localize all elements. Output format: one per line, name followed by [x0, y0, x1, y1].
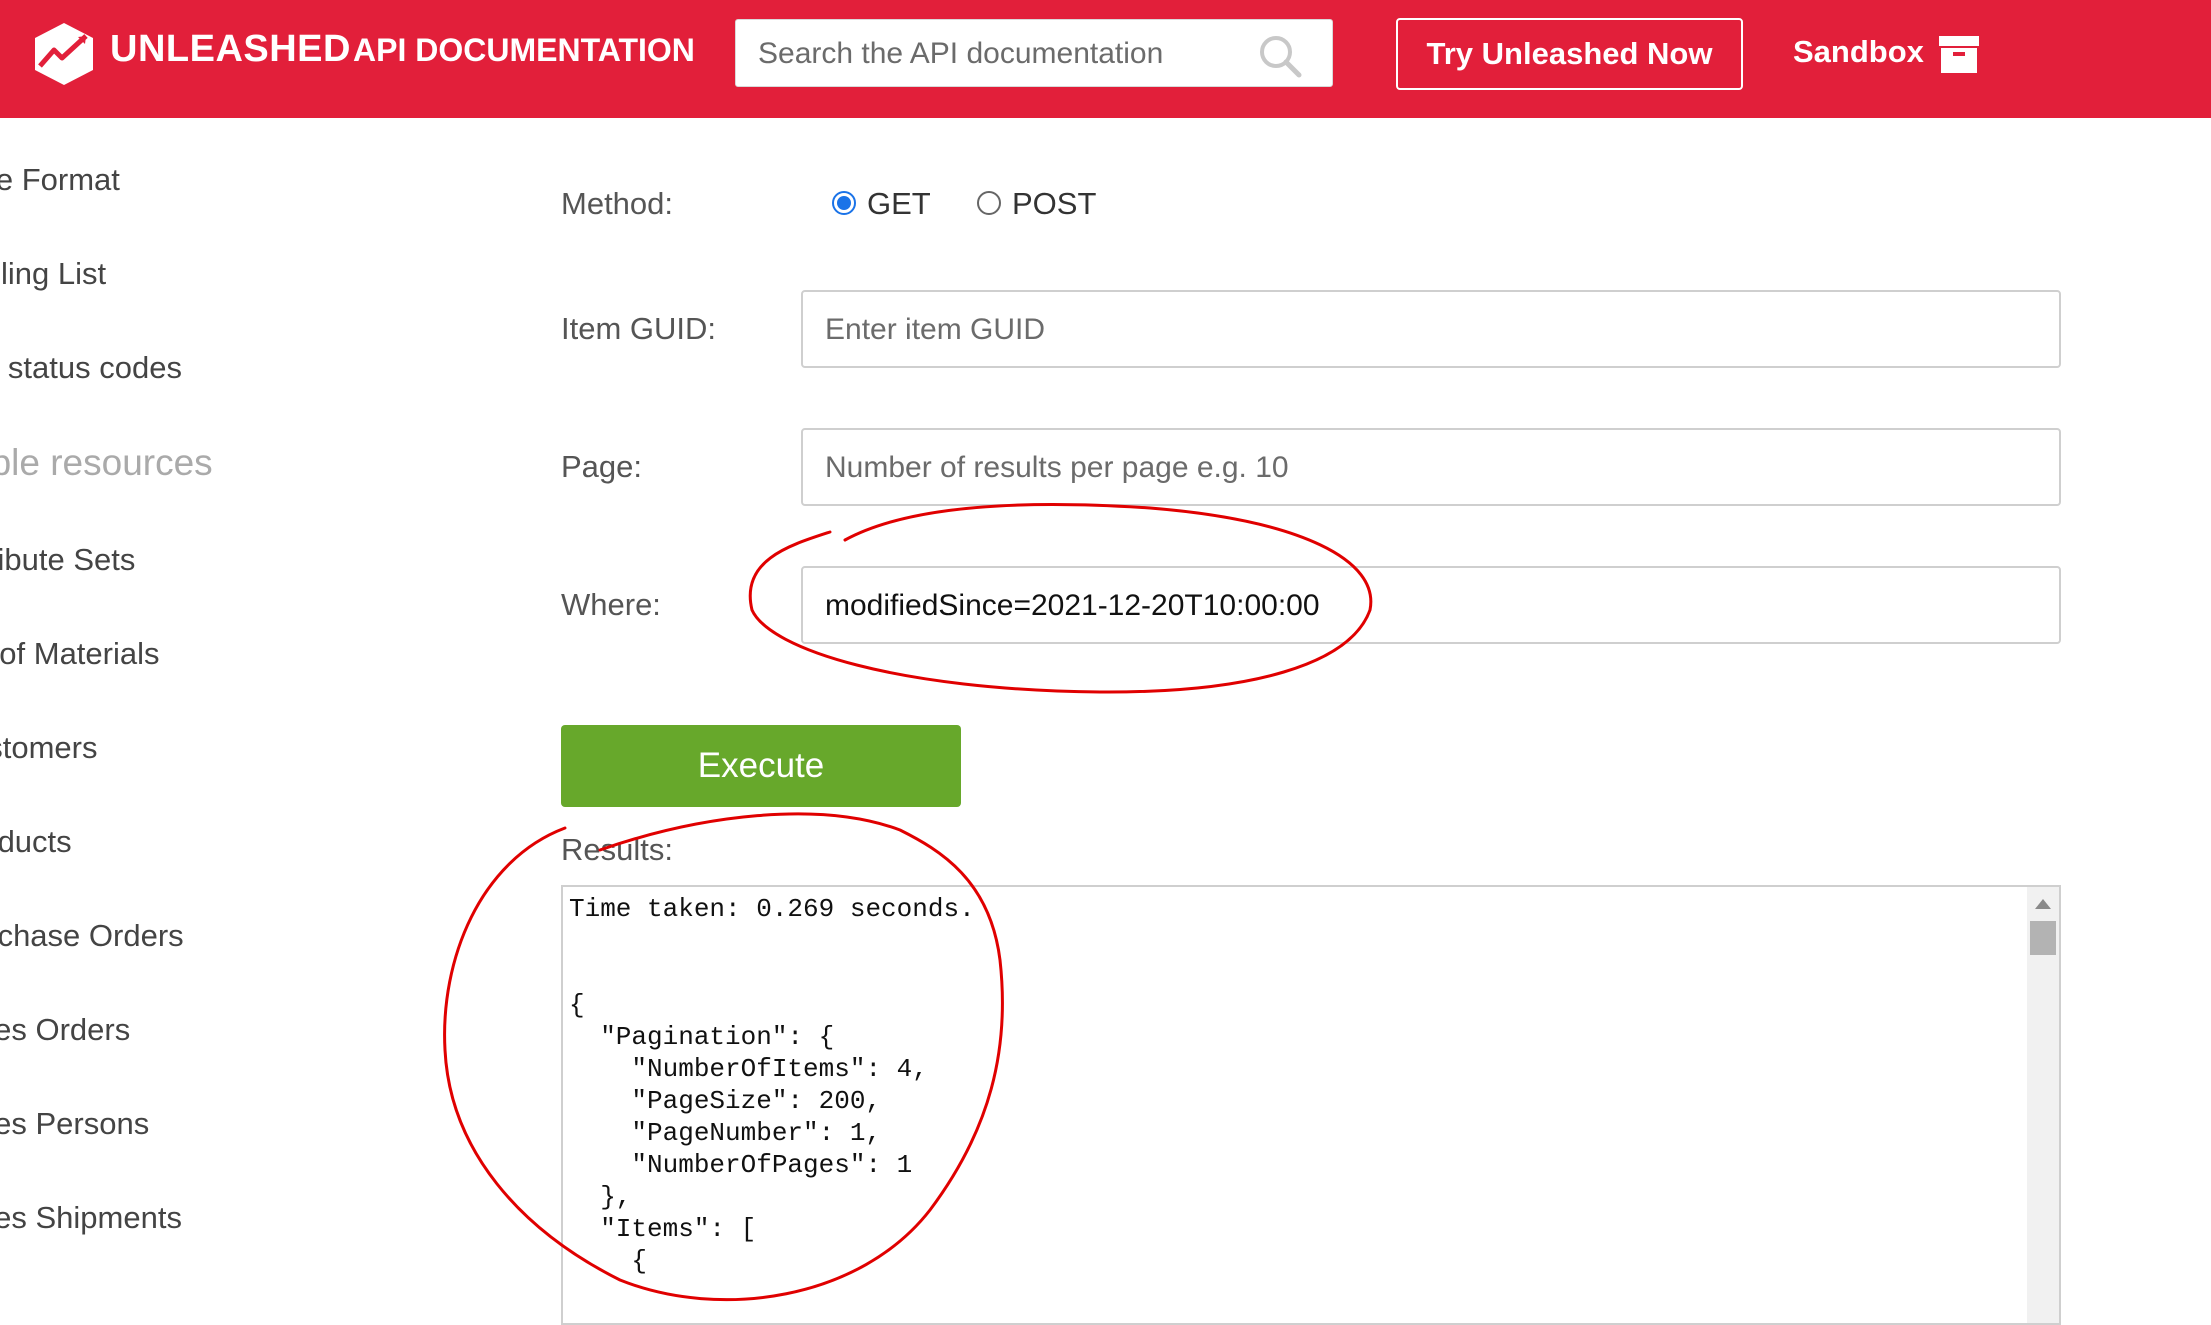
sidebar-nav: ate Format lailing List PI status codes … — [0, 118, 430, 1314]
doc-title[interactable]: API DOCUMENTATION — [353, 32, 695, 69]
top-header: UNLEASHED API DOCUMENTATION Try Unleashe… — [0, 0, 2211, 118]
method-post-label[interactable]: POST — [1012, 186, 1096, 222]
search-input[interactable] — [756, 30, 1240, 78]
sidebar-item-customers[interactable]: ustomers — [0, 730, 97, 766]
scroll-up-arrow-icon[interactable] — [2035, 899, 2051, 909]
sidebar-item-sales-shipments[interactable]: ales Shipments — [0, 1200, 182, 1236]
where-field[interactable] — [801, 566, 2061, 644]
method-get-label[interactable]: GET — [867, 186, 931, 222]
search-box[interactable] — [735, 19, 1333, 87]
results-scrollbar[interactable] — [2027, 887, 2059, 1323]
method-get-radio[interactable] — [832, 191, 856, 215]
results-textarea[interactable]: Time taken: 0.269 seconds. { "Pagination… — [561, 885, 2061, 1325]
where-input[interactable] — [823, 582, 2027, 630]
sidebar-item-api-status-codes[interactable]: PI status codes — [0, 350, 182, 386]
search-icon[interactable] — [1258, 34, 1302, 78]
unleashed-logo-icon[interactable] — [30, 20, 98, 88]
brand-name[interactable]: UNLEASHED — [110, 28, 351, 71]
archive-icon[interactable] — [1938, 34, 1980, 74]
try-unleashed-button[interactable]: Try Unleashed Now — [1396, 18, 1743, 90]
where-label: Where: — [561, 587, 661, 622]
scroll-thumb[interactable] — [2030, 921, 2056, 955]
method-post-radio[interactable] — [977, 191, 1001, 215]
sidebar-item-bill-of-materials[interactable]: ill of Materials — [0, 636, 160, 672]
item-guid-label: Item GUID: — [561, 311, 717, 346]
sidebar-item-sales-orders[interactable]: ales Orders — [0, 1012, 130, 1048]
item-guid-input[interactable] — [823, 306, 2027, 354]
sidebar-item-date-format[interactable]: ate Format — [0, 162, 120, 198]
sidebar-item-mailing-list[interactable]: lailing List — [0, 256, 106, 292]
sidebar-item-attribute-sets[interactable]: ttribute Sets — [0, 542, 135, 578]
results-output: Time taken: 0.269 seconds. { "Pagination… — [569, 894, 975, 1276]
sidebar-section-heading: able resources — [0, 442, 213, 483]
page-field[interactable] — [801, 428, 2061, 506]
sandbox-link[interactable]: Sandbox — [1793, 34, 1924, 70]
execute-button[interactable]: Execute — [561, 725, 961, 807]
results-label: Results: — [561, 832, 673, 867]
page-input[interactable] — [823, 444, 2027, 492]
sidebar-item-products[interactable]: roducts — [0, 824, 72, 860]
item-guid-field[interactable] — [801, 290, 2061, 368]
page-label: Page: — [561, 449, 643, 484]
sidebar-item-purchase-orders[interactable]: urchase Orders — [0, 918, 184, 954]
sidebar-item-sales-persons[interactable]: ales Persons — [0, 1106, 149, 1142]
method-label: Method: — [561, 186, 674, 221]
